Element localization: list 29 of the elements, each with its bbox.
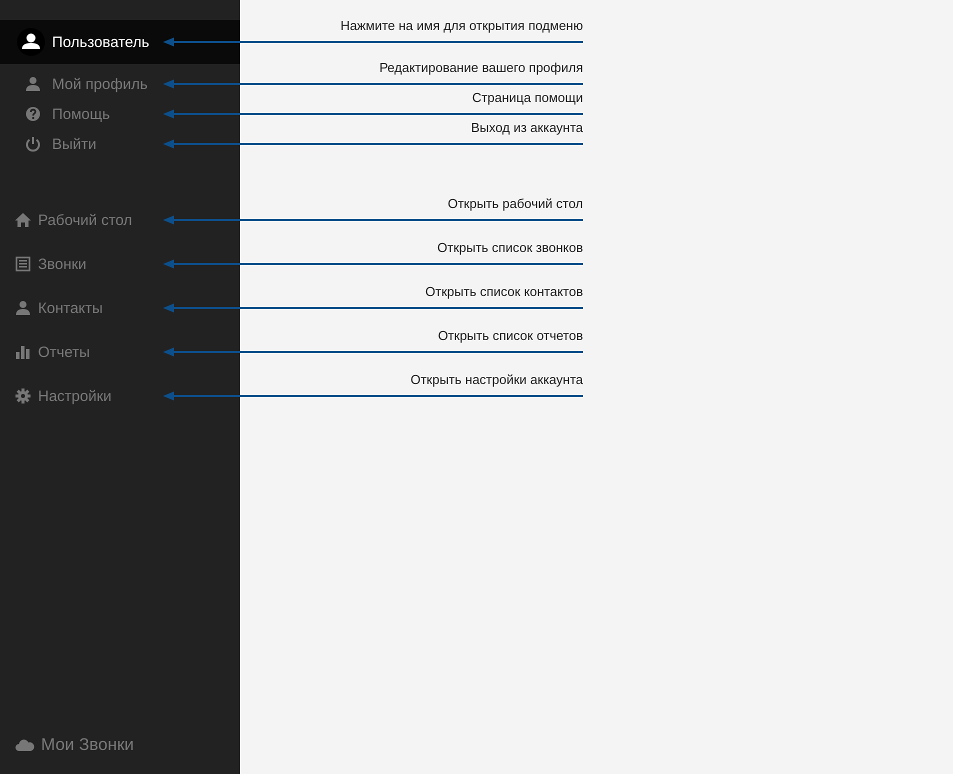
user-avatar-icon <box>17 28 45 56</box>
home-icon <box>15 212 31 228</box>
submenu-item[interactable]: Выйти <box>0 129 240 159</box>
nav-item[interactable]: Рабочий стол <box>0 198 240 242</box>
user-menu-button[interactable]: Пользователь <box>0 20 240 64</box>
app-name: Мои Звонки <box>41 735 134 755</box>
submenu-item[interactable]: Мой профиль <box>0 69 240 99</box>
annotation-text: Выход из аккаунта <box>470 120 583 135</box>
annotation-text: Редактирование вашего профиля <box>379 60 583 75</box>
submenu-item[interactable]: Помощь <box>0 99 240 129</box>
nav-item[interactable]: Контакты <box>0 286 240 330</box>
cloud-icon <box>15 738 35 752</box>
nav-item[interactable]: Звонки <box>0 242 240 286</box>
annotation-text: Нажмите на имя для открытия подменю <box>340 18 583 33</box>
person-icon <box>25 76 41 92</box>
help-icon <box>25 106 41 122</box>
annotation-text: Открыть рабочий стол <box>448 196 583 211</box>
annotation-text: Открыть настройки аккаунта <box>410 372 583 387</box>
annotation-text: Открыть список контактов <box>425 284 583 299</box>
nav-item[interactable]: Настройки <box>0 374 240 418</box>
bar-chart-icon <box>15 344 31 360</box>
list-icon <box>15 256 31 272</box>
gear-icon <box>15 388 31 404</box>
annotation-text: Страница помощи <box>472 90 583 105</box>
annotation-text: Открыть список отчетов <box>438 328 583 343</box>
nav-item[interactable]: Отчеты <box>0 330 240 374</box>
person-icon <box>15 300 31 316</box>
annotation-text: Открыть список звонков <box>437 240 583 255</box>
power-icon <box>25 136 41 152</box>
